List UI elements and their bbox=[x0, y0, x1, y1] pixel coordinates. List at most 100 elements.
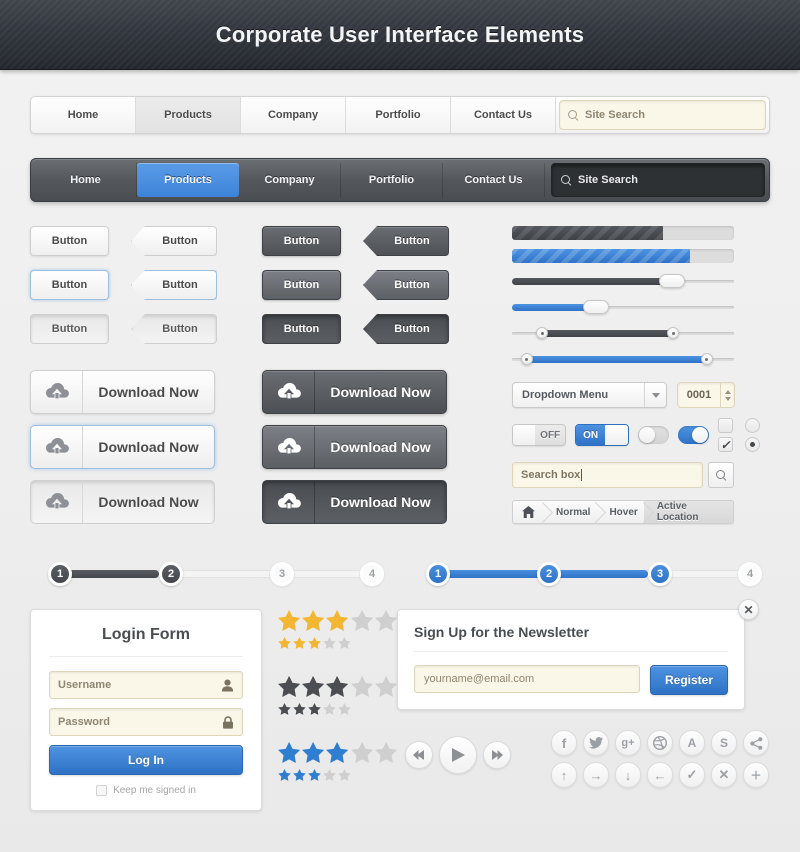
twitter-icon[interactable] bbox=[583, 730, 609, 756]
nav-light-item-portfolio[interactable]: Portfolio bbox=[346, 97, 451, 133]
pill-toggle-on[interactable] bbox=[677, 426, 709, 444]
toggle-switch-on[interactable]: ON bbox=[574, 424, 629, 446]
range-slider-dark[interactable] bbox=[512, 324, 734, 342]
password-field[interactable]: Password bbox=[49, 708, 243, 736]
star-filled bbox=[293, 769, 306, 781]
breadcrumb-item-active[interactable]: Active Location bbox=[643, 501, 733, 523]
share-icon[interactable] bbox=[743, 730, 769, 756]
range-handle-end[interactable] bbox=[700, 353, 713, 365]
download-button-dark-pressed[interactable]: Download Now bbox=[262, 480, 447, 524]
button-dark-pressed[interactable]: Button bbox=[262, 314, 341, 344]
nav-dark-item-portfolio[interactable]: Portfolio bbox=[341, 163, 443, 197]
button-light-arrow-pressed[interactable]: Button bbox=[131, 314, 217, 344]
remember-me-checkbox[interactable] bbox=[96, 785, 108, 796]
forward-button[interactable] bbox=[483, 741, 511, 769]
arrow-left-icon[interactable]: ← bbox=[647, 762, 673, 788]
check-icon[interactable]: ✓ bbox=[679, 762, 705, 788]
button-dark-normal[interactable]: Button bbox=[262, 226, 341, 256]
rating-stars-large[interactable] bbox=[278, 741, 398, 764]
download-button-dark-normal[interactable]: Download Now bbox=[262, 370, 447, 414]
nav-dark-search-input[interactable]: Site Search bbox=[551, 163, 765, 197]
button-dark-arrow-hover[interactable]: Button bbox=[363, 270, 449, 300]
range-slider-blue[interactable] bbox=[512, 350, 734, 368]
search-box-input[interactable]: Search box bbox=[512, 462, 703, 488]
rating-stars-small[interactable] bbox=[278, 703, 397, 715]
login-submit-button[interactable]: Log In bbox=[49, 745, 243, 775]
nav-light-item-home[interactable]: Home bbox=[31, 97, 136, 133]
dropdown-menu[interactable]: Dropdown Menu bbox=[512, 382, 667, 408]
nav-dark-item-company[interactable]: Company bbox=[239, 163, 341, 197]
username-field[interactable]: Username bbox=[49, 671, 243, 699]
slider-dark[interactable] bbox=[512, 272, 734, 290]
step-node-2[interactable]: 2 bbox=[537, 562, 561, 586]
rating-stars-large[interactable] bbox=[278, 675, 398, 698]
button-light-hover[interactable]: Button bbox=[30, 270, 109, 300]
button-dark-hover[interactable]: Button bbox=[262, 270, 341, 300]
chevron-down-icon[interactable] bbox=[644, 383, 666, 407]
nav-light-search-input[interactable]: Site Search bbox=[559, 100, 766, 130]
close-x-icon[interactable]: ✕ bbox=[711, 762, 737, 788]
rewind-button[interactable] bbox=[405, 741, 433, 769]
stepper-arrows[interactable] bbox=[720, 383, 734, 407]
step-node-4[interactable]: 4 bbox=[360, 562, 384, 586]
newsletter-register-button[interactable]: Register bbox=[650, 665, 728, 695]
step-node-2[interactable]: 2 bbox=[159, 562, 183, 586]
newsletter-email-input[interactable]: yourname@email.com bbox=[414, 665, 640, 693]
nav-dark-item-home[interactable]: Home bbox=[35, 163, 137, 197]
download-button-light-hover[interactable]: Download Now bbox=[30, 425, 215, 469]
progress-bar-dark bbox=[512, 226, 734, 240]
range-handle-start[interactable] bbox=[520, 353, 533, 365]
slider-blue[interactable] bbox=[512, 298, 734, 316]
forrst-icon[interactable]: A bbox=[679, 730, 705, 756]
step-node-1[interactable]: 1 bbox=[426, 562, 450, 586]
range-handle-end[interactable] bbox=[667, 327, 680, 339]
button-light-arrow-normal[interactable]: Button bbox=[131, 226, 217, 256]
step-node-3[interactable]: 3 bbox=[270, 562, 294, 586]
plus-icon[interactable]: ＋ bbox=[743, 762, 769, 788]
pill-toggle-off[interactable] bbox=[637, 426, 669, 444]
download-button-light-normal[interactable]: Download Now bbox=[30, 370, 215, 414]
checkbox-checked[interactable]: ✓ bbox=[718, 437, 733, 452]
dropdown-stepper-row: Dropdown Menu 0001 bbox=[512, 382, 762, 408]
step-node-1[interactable]: 1 bbox=[48, 562, 72, 586]
nav-light-item-company[interactable]: Company bbox=[241, 97, 346, 133]
rating-stars-large[interactable] bbox=[278, 609, 398, 632]
dribbble-icon[interactable] bbox=[647, 730, 673, 756]
breadcrumb-home[interactable] bbox=[513, 501, 543, 523]
stepper-up-icon[interactable] bbox=[724, 389, 731, 394]
stepper-down-icon[interactable] bbox=[724, 396, 731, 401]
nav-dark-item-products[interactable]: Products bbox=[137, 163, 239, 197]
slider-handle[interactable] bbox=[658, 274, 685, 288]
arrow-down-icon[interactable]: ↓ bbox=[615, 762, 641, 788]
button-dark-arrow-normal[interactable]: Button bbox=[363, 226, 449, 256]
remember-me-row: Keep me signed in bbox=[49, 785, 243, 796]
step-node-4[interactable]: 4 bbox=[738, 562, 762, 586]
checkbox-unchecked[interactable] bbox=[718, 418, 733, 433]
rating-stars-small[interactable] bbox=[278, 637, 397, 649]
arrow-up-icon[interactable]: ↑ bbox=[551, 762, 577, 788]
toggle-switch-off[interactable]: OFF bbox=[512, 424, 566, 446]
slider-handle[interactable] bbox=[583, 300, 610, 314]
step-node-3[interactable]: 3 bbox=[648, 562, 672, 586]
search-submit-button[interactable] bbox=[708, 462, 734, 488]
close-icon[interactable]: ✕ bbox=[738, 599, 759, 620]
radio-unselected[interactable] bbox=[745, 418, 760, 433]
play-button[interactable] bbox=[439, 736, 477, 774]
nav-dark-item-contact[interactable]: Contact Us bbox=[443, 163, 545, 197]
nav-light-item-products[interactable]: Products bbox=[136, 97, 241, 133]
button-light-arrow-hover[interactable]: Button bbox=[131, 270, 217, 300]
range-handle-start[interactable] bbox=[536, 327, 549, 339]
nav-light-item-contact[interactable]: Contact Us bbox=[451, 97, 556, 133]
facebook-icon[interactable]: f bbox=[551, 730, 577, 756]
google-plus-icon[interactable]: g+ bbox=[615, 730, 641, 756]
radio-selected[interactable] bbox=[745, 437, 760, 452]
arrow-right-icon[interactable]: → bbox=[583, 762, 609, 788]
rating-stars-small[interactable] bbox=[278, 769, 397, 781]
download-button-dark-hover[interactable]: Download Now bbox=[262, 425, 447, 469]
skype-icon[interactable]: S bbox=[711, 730, 737, 756]
download-button-light-pressed[interactable]: Download Now bbox=[30, 480, 215, 524]
number-stepper[interactable]: 0001 bbox=[677, 382, 735, 408]
button-light-normal[interactable]: Button bbox=[30, 226, 109, 256]
button-dark-arrow-pressed[interactable]: Button bbox=[363, 314, 449, 344]
button-light-pressed[interactable]: Button bbox=[30, 314, 109, 344]
